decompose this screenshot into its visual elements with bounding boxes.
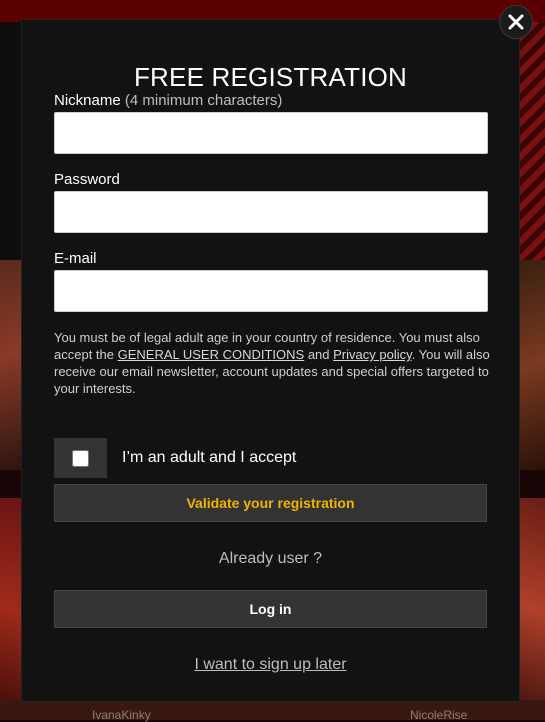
email-input[interactable] xyxy=(54,270,488,312)
close-icon xyxy=(508,14,524,30)
background-top-bar xyxy=(0,0,545,22)
modal-title: FREE REGISTRATION xyxy=(133,62,408,92)
background-banner-art xyxy=(515,22,545,260)
nickname-hint: (4 minimum characters) xyxy=(124,92,283,109)
accept-checkbox[interactable] xyxy=(72,449,89,467)
nickname-label: Nickname (4 minimum characters) xyxy=(54,92,282,109)
background-thumbnail xyxy=(0,498,22,720)
accept-checkbox-label[interactable]: I’m an adult and I accept xyxy=(122,449,296,467)
validate-registration-button[interactable]: Validate your registration xyxy=(54,484,487,522)
sign-up-later-link[interactable]: I want to sign up later xyxy=(22,656,519,674)
email-label: E-mail xyxy=(54,250,97,267)
already-user-text: Already user ? xyxy=(218,550,323,567)
accept-checkbox-container[interactable] xyxy=(54,438,107,478)
background-thumbnail xyxy=(0,260,22,470)
legal-text: and xyxy=(304,347,334,362)
background-thumbnail xyxy=(519,498,545,720)
password-input[interactable] xyxy=(54,191,488,233)
registration-modal: FREE REGISTRATION Nickname (4 minimum ch… xyxy=(22,20,519,701)
password-label: Password xyxy=(54,171,120,188)
nickname-input[interactable] xyxy=(54,112,488,154)
login-button[interactable]: Log in xyxy=(54,590,487,628)
nickname-label-text: Nickname xyxy=(54,92,121,109)
close-button[interactable] xyxy=(499,5,533,39)
general-user-conditions-link[interactable]: GENERAL USER CONDITIONS xyxy=(118,347,305,362)
privacy-policy-link[interactable]: Privacy policy xyxy=(333,347,412,362)
background-thumbnail xyxy=(519,260,545,470)
legal-notice: You must be of legal adult age in your c… xyxy=(54,329,494,397)
